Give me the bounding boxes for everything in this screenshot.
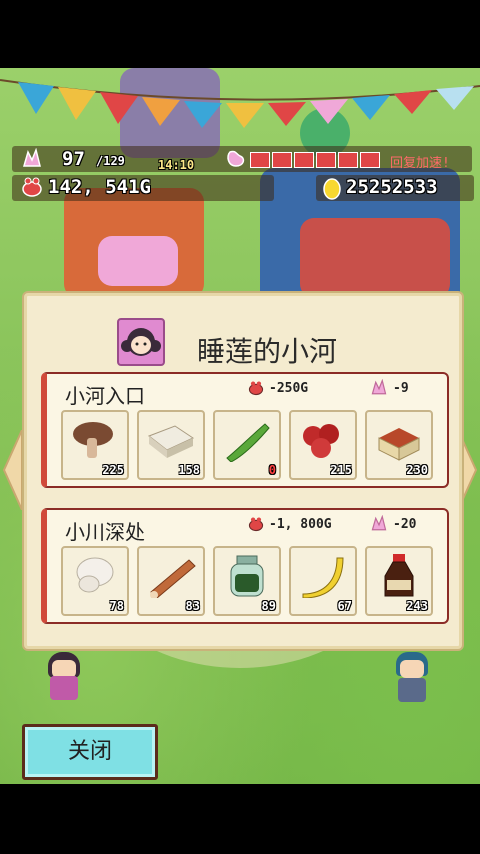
npc-boy-character[interactable] bbox=[392, 652, 432, 704]
item-count: 83 bbox=[185, 599, 200, 613]
item-slot-soy-sauce[interactable]: 243 bbox=[365, 546, 433, 616]
berries-icon bbox=[303, 424, 339, 458]
stamina-current: 97 bbox=[62, 148, 85, 170]
item-slot-green-pepper[interactable]: 0 bbox=[213, 410, 281, 480]
cinnamon-stick-icon bbox=[150, 559, 196, 598]
item-count: 230 bbox=[406, 463, 428, 477]
item-slot-cinnamon[interactable]: 83 bbox=[137, 546, 205, 616]
stamina-cost: -20 bbox=[393, 517, 417, 532]
stamina-icon bbox=[371, 515, 387, 531]
stamina-cost: -9 bbox=[393, 381, 409, 396]
mushroom-icon bbox=[73, 422, 113, 458]
item-slot-spice-box[interactable]: 230 bbox=[365, 410, 433, 480]
tofu-icon bbox=[147, 425, 195, 458]
section-title: 小川深处 bbox=[65, 520, 145, 544]
money-amount: 142, 541G bbox=[48, 176, 151, 198]
bunting-flags bbox=[0, 79, 480, 128]
money-purse-icon bbox=[22, 177, 42, 197]
money-cost: -250G bbox=[269, 381, 309, 396]
location-dialog: 睡莲的小河 小河入口 -250G -9 225 158 0 215 230 小川… bbox=[24, 293, 462, 649]
recover-speedup-button[interactable]: 回复加速! bbox=[390, 152, 450, 171]
bg-red-robot bbox=[300, 218, 450, 298]
item-count: 158 bbox=[178, 463, 200, 477]
stomach-icon bbox=[227, 150, 245, 167]
golden-egg-icon bbox=[323, 178, 341, 200]
item-count: 67 bbox=[337, 599, 352, 613]
item-slot-mushroom[interactable]: 225 bbox=[61, 410, 129, 480]
section-title: 小河入口 bbox=[65, 384, 145, 408]
item-count: 215 bbox=[330, 463, 352, 477]
banana-icon bbox=[302, 557, 344, 598]
green-pepper-icon bbox=[226, 423, 270, 462]
area-section-deep-stream[interactable]: 小川深处 -1, 800G -20 78 83 89 67 243 bbox=[41, 508, 449, 624]
item-count: 78 bbox=[109, 599, 124, 613]
hunger-meter bbox=[250, 152, 384, 168]
stamina-max: /129 bbox=[96, 154, 125, 168]
item-slot-banana[interactable]: 67 bbox=[289, 546, 357, 616]
dialog-title: 睡莲的小河 bbox=[197, 335, 338, 368]
clock-time: 14:10 bbox=[158, 158, 195, 172]
white-mushroom-icon bbox=[76, 557, 114, 593]
close-button[interactable]: 关闭 bbox=[22, 724, 158, 780]
stamina-icon bbox=[23, 148, 41, 167]
bg-pink-bow bbox=[98, 236, 178, 286]
spice-box-icon bbox=[378, 428, 420, 461]
money-purse-icon bbox=[248, 381, 264, 396]
money-purse-icon bbox=[248, 517, 264, 532]
area-section-entrance[interactable]: 小河入口 -250G -9 225 158 0 215 230 bbox=[41, 372, 449, 488]
herb-jar-icon bbox=[230, 555, 264, 597]
stamina-icon bbox=[371, 379, 387, 395]
item-count: 225 bbox=[102, 463, 124, 477]
item-slot-berries[interactable]: 215 bbox=[289, 410, 357, 480]
item-count: 0 bbox=[268, 463, 276, 477]
soy-sauce-icon bbox=[384, 554, 414, 597]
item-slot-tofu[interactable]: 158 bbox=[137, 410, 205, 480]
item-slot-white-mushroom[interactable]: 78 bbox=[61, 546, 129, 616]
girl-avatar-icon bbox=[117, 318, 165, 366]
item-count: 243 bbox=[406, 599, 428, 613]
egg-count: 25252533 bbox=[346, 176, 438, 198]
prev-page-arrow[interactable] bbox=[2, 430, 24, 510]
npc-girl-character[interactable] bbox=[40, 652, 88, 702]
item-count: 89 bbox=[261, 599, 276, 613]
item-slot-herb-jar[interactable]: 89 bbox=[213, 546, 281, 616]
money-cost: -1, 800G bbox=[269, 517, 332, 532]
